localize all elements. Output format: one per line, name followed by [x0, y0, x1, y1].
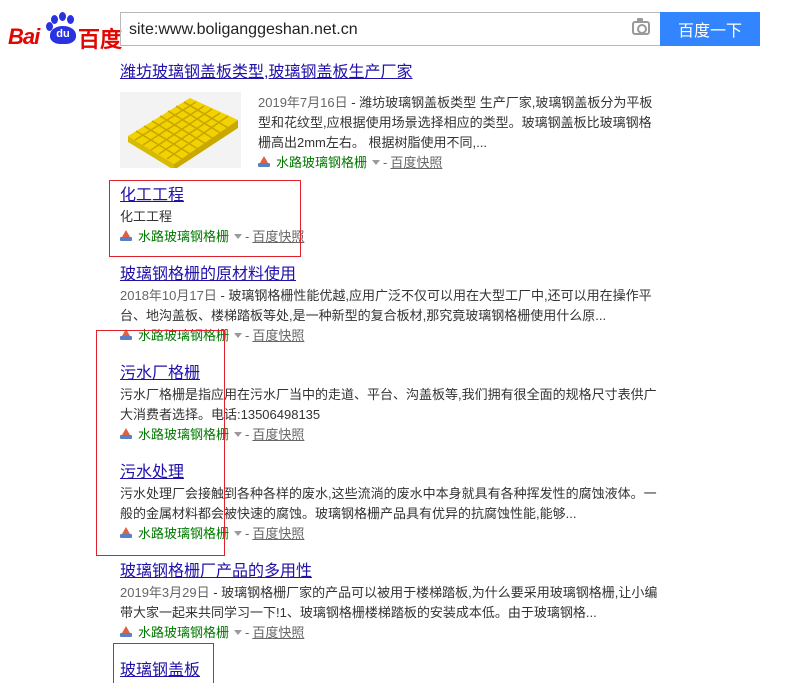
result-abstract: 污水厂格栅是指应用在污水厂当中的走道、平台、沟盖板等,我们拥有很全面的规格尺寸表…: [120, 385, 660, 425]
site-favicon-icon: [120, 527, 132, 539]
logo-bai: Bai: [8, 24, 40, 49]
snapshot-link[interactable]: 百度快照: [252, 427, 304, 442]
dropdown-arrow-icon[interactable]: [234, 432, 243, 437]
result-site[interactable]: 水路玻璃钢格栅: [138, 427, 229, 442]
result-date: 2018年10月17日: [120, 288, 217, 303]
result-item: 潍坊玻璃钢盖板类型,玻璃钢盖板生产厂家 2019年7月16日 - 潍坊玻璃钢盖板…: [120, 62, 660, 173]
result-abstract: 化工工程: [120, 207, 660, 227]
result-title[interactable]: 玻璃钢盖板: [120, 660, 660, 682]
result-site[interactable]: 水路玻璃钢格栅: [276, 155, 367, 170]
paw-icon: du: [46, 12, 78, 46]
grating-thumbnail[interactable]: [120, 92, 241, 168]
dropdown-arrow-icon[interactable]: [234, 234, 243, 239]
result-title[interactable]: 化工工程: [120, 185, 660, 207]
snapshot-link[interactable]: 百度快照: [252, 526, 304, 541]
result-url: 水路玻璃钢格栅 - 百度快照: [120, 623, 660, 643]
result-item: 玻璃钢盖板: [120, 660, 660, 682]
result-title[interactable]: 潍坊玻璃钢盖板类型,玻璃钢盖板生产厂家: [120, 62, 660, 84]
result-item: 化工工程 化工工程 水路玻璃钢格栅 - 百度快照: [120, 185, 660, 247]
header: Bai du 百度 百度一下: [0, 0, 804, 58]
site-favicon-icon: [120, 329, 132, 341]
result-item: 玻璃钢格栅厂产品的多用性 2019年3月29日 - 玻璃钢格栅厂家的产品可以被用…: [120, 561, 660, 643]
result-url: 水路玻璃钢格栅 - 百度快照: [120, 227, 660, 247]
result-site[interactable]: 水路玻璃钢格栅: [138, 229, 229, 244]
dropdown-arrow-icon[interactable]: [234, 531, 243, 536]
result-url: 水路玻璃钢格栅 - 百度快照: [120, 326, 660, 346]
snapshot-link[interactable]: 百度快照: [252, 625, 304, 640]
site-favicon-icon: [120, 230, 132, 242]
result-abstract-text: 污水厂格栅是指应用在污水厂当中的走道、平台、沟盖板等,我们拥有很全面的规格尺寸表…: [120, 387, 657, 422]
site-favicon-icon: [120, 626, 132, 638]
result-abstract: 污水处理厂会接触到各种各样的废水,这些流淌的废水中本身就具有各种挥发性的腐蚀液体…: [120, 484, 660, 524]
result-url: 水路玻璃钢格栅 - 百度快照: [120, 425, 660, 445]
logo-du: du: [56, 28, 70, 40]
site-favicon-icon: [120, 428, 132, 440]
result-abstract-text: 污水处理厂会接触到各种各样的废水,这些流淌的废水中本身就具有各种挥发性的腐蚀液体…: [120, 486, 657, 521]
result-title[interactable]: 玻璃钢格栅的原材料使用: [120, 264, 660, 286]
result-site[interactable]: 水路玻璃钢格栅: [138, 328, 229, 343]
snapshot-link[interactable]: 百度快照: [252, 229, 304, 244]
result-abstract: 2018年10月17日 - 玻璃钢格栅性能优越,应用广泛不仅可以用在大型工厂中,…: [120, 286, 660, 326]
result-date: 2019年3月29日: [120, 585, 210, 600]
snapshot-link[interactable]: 百度快照: [390, 155, 442, 170]
search-box: [120, 12, 660, 46]
search-button[interactable]: 百度一下: [660, 12, 760, 46]
result-url: 水路玻璃钢格栅 - 百度快照: [258, 153, 660, 173]
result-abstract: 2019年7月16日 - 潍坊玻璃钢盖板类型 生产厂家,玻璃钢盖板分为平板型和花…: [258, 93, 660, 153]
result-item: 玻璃钢格栅的原材料使用 2018年10月17日 - 玻璃钢格栅性能优越,应用广泛…: [120, 264, 660, 346]
search-input[interactable]: [129, 19, 609, 41]
result-abstract: 2019年3月29日 - 玻璃钢格栅厂家的产品可以被用于楼梯踏板,为什么要采用玻…: [120, 583, 660, 623]
site-favicon-icon: [258, 156, 270, 168]
dropdown-arrow-icon[interactable]: [372, 160, 381, 165]
result-title[interactable]: 污水厂格栅: [120, 363, 660, 385]
result-title[interactable]: 玻璃钢格栅厂产品的多用性: [120, 561, 660, 583]
dropdown-arrow-icon[interactable]: [234, 333, 243, 338]
result-item: 污水厂格栅 污水厂格栅是指应用在污水厂当中的走道、平台、沟盖板等,我们拥有很全面…: [120, 363, 660, 445]
camera-icon[interactable]: [632, 18, 650, 35]
snapshot-link[interactable]: 百度快照: [252, 328, 304, 343]
logo-baidu-cn: 百度: [78, 28, 123, 53]
result-abstract-text: 化工工程: [120, 209, 173, 224]
dropdown-arrow-icon[interactable]: [234, 630, 243, 635]
result-url: 水路玻璃钢格栅 - 百度快照: [120, 524, 660, 544]
result-date: 2019年7月16日: [258, 95, 348, 110]
result-site[interactable]: 水路玻璃钢格栅: [138, 526, 229, 541]
result-site[interactable]: 水路玻璃钢格栅: [138, 625, 229, 640]
result-title[interactable]: 污水处理: [120, 462, 660, 484]
result-item: 污水处理 污水处理厂会接触到各种各样的废水,这些流淌的废水中本身就具有各种挥发性…: [120, 462, 660, 544]
